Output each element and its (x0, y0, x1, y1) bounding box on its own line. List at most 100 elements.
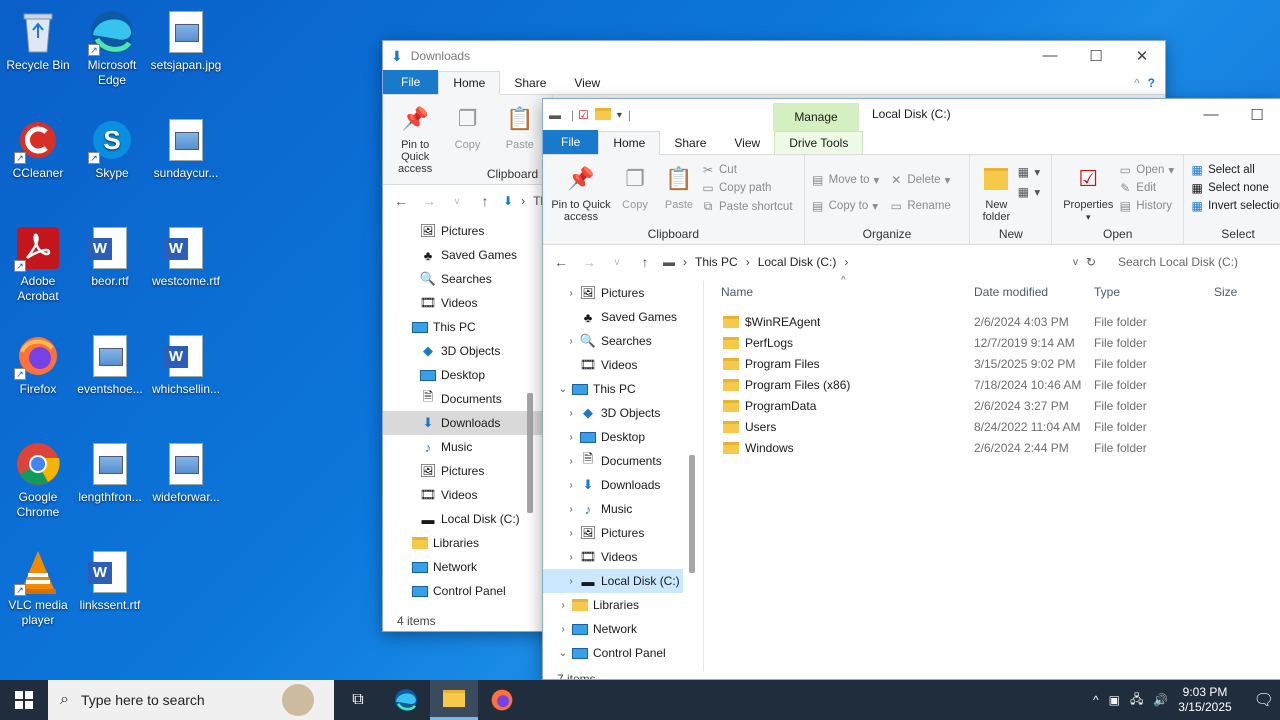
downloads-nav-pane[interactable]: 🖼 Pictures ♣ Saved Games 🔍 Searches 🎞 Videos… (383, 219, 543, 603)
start-button[interactable] (0, 680, 48, 720)
desktop-icon-westcome[interactable]: W westcome.rtf (148, 224, 224, 289)
desktop-icon-skype[interactable]: S ↗ Skype (74, 116, 150, 181)
nav-pictures[interactable]: › 🖼 Pictures (543, 281, 703, 305)
nav-saved-games[interactable]: ♣ Saved Games (543, 305, 703, 329)
nav-pictures[interactable]: 🖼 Pictures (383, 219, 543, 243)
nav-desktop[interactable]: › Desktop (543, 425, 703, 449)
desktop-icon-linkssent[interactable]: W linkssent.rtf (72, 548, 148, 613)
collapse-ribbon-icon[interactable]: ^ (1126, 72, 1148, 94)
tab-file[interactable]: File (543, 130, 599, 154)
desktop-icon-acrobat[interactable]: ↗ Adobe Acrobat (0, 224, 76, 304)
breadcrumb-this-pc[interactable]: This PC (695, 255, 738, 269)
cut-button[interactable]: ✂ Cut (701, 163, 793, 177)
desktop-icon-recycle-bin[interactable]: Recycle Bin (0, 8, 76, 73)
table-row[interactable]: ProgramData 2/6/2024 3:27 PM File folder (713, 395, 1273, 416)
history-button[interactable]: ▤ History (1118, 199, 1174, 213)
copy-to-button[interactable]: ▤ Copy to ▾ (811, 199, 880, 213)
tray-overflow-icon[interactable]: ^ (1093, 693, 1099, 707)
edit-button[interactable]: ✎ Edit (1118, 181, 1174, 195)
maximize-button[interactable]: ☐ (1234, 106, 1280, 124)
forward-button[interactable]: → (419, 193, 439, 209)
nav-scrollbar[interactable] (527, 393, 533, 513)
notifications-icon[interactable]: 🗨 (1254, 690, 1274, 710)
nav-network[interactable]: › Network (543, 617, 703, 641)
nav-searches[interactable]: 🔍 Searches (383, 267, 543, 291)
local-disk-titlebar[interactable]: ▬ | ☑ ▾ | Manage Local Disk (C:) — ☐ (543, 99, 1280, 131)
move-to-button[interactable]: ▤ Move to ▾ (811, 173, 879, 187)
tab-file[interactable]: File (383, 70, 439, 94)
column-size[interactable]: Size (1214, 285, 1254, 299)
nav-videos-2[interactable]: › 🎞 Videos (543, 545, 703, 569)
nav-libraries[interactable]: › Libraries (543, 593, 703, 617)
desktop-icon-sundaycur[interactable]: sundaycur... (148, 116, 224, 181)
easy-access-button[interactable]: ▦ ▾ (1016, 185, 1040, 199)
nav-control-panel[interactable]: ⌄ Control Panel (543, 641, 703, 665)
help-icon[interactable]: ? (1148, 73, 1165, 94)
desktop-icon-wideforwar[interactable]: wideforwar... (148, 440, 224, 505)
desktop-icon-vlc[interactable]: ↗ VLC media player (0, 548, 76, 628)
tab-drive-tools[interactable]: Drive Tools (774, 131, 864, 154)
qat-dropdown[interactable]: ▾ (617, 110, 622, 121)
desktop-icon-ccleaner[interactable]: ↗ CCleaner (0, 116, 76, 181)
minimize-button[interactable]: — (1188, 106, 1234, 124)
nav-documents[interactable]: 🗎 Documents (383, 387, 543, 411)
local-disk-nav-pane[interactable]: › 🖼 Pictures ♣ Saved Games › 🔍 Searches 🎞 Vide… (543, 281, 703, 671)
nav-music[interactable]: › ♪ Music (543, 497, 703, 521)
taskbar-edge[interactable] (382, 680, 430, 720)
nav-control-panel[interactable]: Control Panel (383, 579, 543, 603)
nav-pictures-2[interactable]: 🖼 Pictures (383, 459, 543, 483)
up-button[interactable]: ↑ (475, 193, 495, 209)
nav-this-pc[interactable]: ⌄ This PC (543, 377, 703, 401)
tab-home[interactable]: Home (598, 131, 661, 155)
up-button[interactable]: ↑ (635, 254, 655, 270)
forward-button[interactable]: → (579, 254, 599, 270)
task-view-button[interactable]: ⧉ (334, 680, 382, 720)
desktop-icon-lengthfron[interactable]: lengthfron... (72, 440, 148, 505)
nav-3d-objects[interactable]: › ◆ 3D Objects (543, 401, 703, 425)
network-tray-icon[interactable]: 🖧 (1130, 690, 1143, 711)
desktop-icon-setsjapan[interactable]: setsjapan.jpg (148, 8, 224, 73)
nav-documents[interactable]: › 🗎 Documents (543, 449, 703, 473)
taskbar-file-explorer[interactable] (430, 680, 478, 720)
back-button[interactable]: ← (551, 254, 571, 270)
nav-network[interactable]: Network (383, 555, 543, 579)
nav-scrollbar[interactable] (689, 455, 695, 573)
paste-button[interactable]: 📋 Paste (657, 159, 701, 212)
nav-music[interactable]: ♪ Music (383, 435, 543, 459)
tab-share[interactable]: Share (500, 72, 560, 94)
nav-videos[interactable]: 🎞 Videos (543, 353, 703, 377)
minimize-button[interactable]: — (1027, 47, 1073, 65)
new-item-button[interactable]: ▦ ▾ (1016, 165, 1040, 179)
tray-device-icon[interactable]: ▣ (1109, 693, 1120, 707)
invert-selection-button[interactable]: ▦ Invert selection (1190, 199, 1280, 213)
rename-button[interactable]: ▭ Rename (889, 199, 951, 213)
new-folder-button[interactable]: New folder (976, 159, 1016, 223)
paste-button[interactable]: 📋 Paste (494, 99, 546, 152)
pin-quick-access-button[interactable]: 📌 Pin to Quick access (549, 159, 613, 224)
pin-quick-access-button[interactable]: 📌 Pin to Quick access (389, 99, 441, 176)
properties-qat-icon[interactable]: ☑ (578, 108, 589, 122)
nav-saved-games[interactable]: ♣ Saved Games (383, 243, 543, 267)
tab-home[interactable]: Home (438, 71, 501, 95)
new-folder-qat-icon[interactable] (594, 107, 611, 123)
recent-dropdown[interactable]: v (607, 257, 627, 268)
nav-local-disk[interactable]: › ▬ Local Disk (C:) (543, 569, 683, 593)
nav-searches[interactable]: › 🔍 Searches (543, 329, 703, 353)
copy-button[interactable]: ❐ Copy (613, 159, 657, 212)
manage-context-tab[interactable]: Manage (773, 103, 859, 131)
nav-videos-2[interactable]: 🎞 Videos (383, 483, 543, 507)
column-name[interactable]: Name (713, 285, 974, 299)
nav-this-pc[interactable]: This PC (383, 315, 543, 339)
table-row[interactable]: Users 8/24/2022 11:04 AM File folder (713, 416, 1273, 437)
table-row[interactable]: $WinREAgent 2/6/2024 4:03 PM File folder (713, 311, 1273, 332)
nav-pictures-2[interactable]: › 🖼 Pictures (543, 521, 703, 545)
desktop-icon-eventshoe[interactable]: eventshoe... (72, 332, 148, 397)
address-dropdown[interactable]: v (1073, 257, 1078, 268)
select-none-button[interactable]: ▦ Select none (1190, 181, 1280, 195)
open-button[interactable]: ▭ Open ▾ (1118, 163, 1175, 177)
desktop-icon-beor[interactable]: W beor.rtf (72, 224, 148, 289)
nav-desktop[interactable]: Desktop (383, 363, 543, 387)
table-row[interactable]: Program Files 3/15/2025 9:02 PM File folde… (713, 353, 1273, 374)
paste-shortcut-button[interactable]: ⧉ Paste shortcut (701, 199, 793, 214)
tab-view[interactable]: View (720, 132, 774, 154)
